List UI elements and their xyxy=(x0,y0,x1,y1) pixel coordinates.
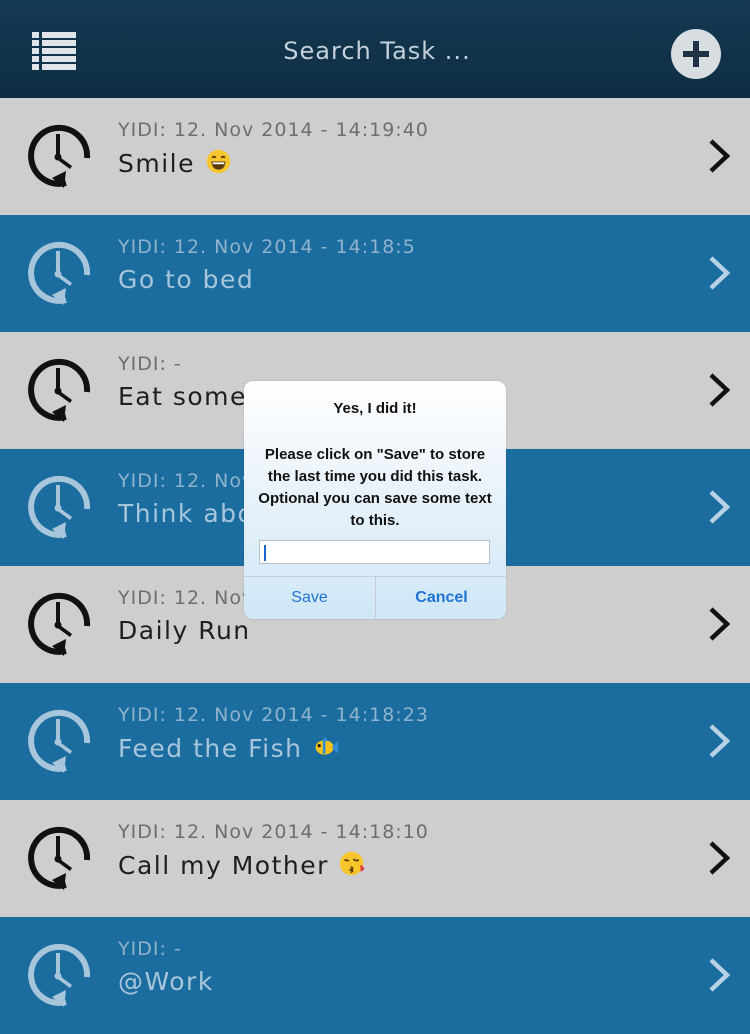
confirm-dialog: Yes, I did it! Please click on "Save" to… xyxy=(244,381,506,619)
chevron-right-icon[interactable] xyxy=(707,723,733,759)
task-timestamp: YIDI: 12. Nov 2014 - 14:18:23 xyxy=(118,704,429,726)
chevron-right-icon[interactable] xyxy=(707,489,733,525)
task-title-text: Feed the Fish xyxy=(118,734,303,763)
dialog-text-input[interactable] xyxy=(259,540,490,564)
task-row[interactable]: YIDI: 12. Nov 2014 - 14:18:5 Go to bed xyxy=(0,215,750,332)
task-title-text: Go to bed xyxy=(118,265,255,294)
clock-history-icon xyxy=(26,120,92,192)
task-title: Daily Run xyxy=(118,616,251,645)
chevron-right-icon[interactable] xyxy=(707,255,733,291)
task-row[interactable]: YIDI: 12. Nov 2014 - 14:18:10 Call my Mot… xyxy=(0,800,750,917)
task-row[interactable]: YIDI: 12. Nov 2014 - 14:19:40 Smile xyxy=(0,98,750,215)
task-title: Smile xyxy=(118,148,232,178)
clock-history-icon xyxy=(26,471,92,543)
task-title: Go to bed xyxy=(118,265,254,294)
clock-history-icon xyxy=(26,237,92,309)
kissing-face-emoji xyxy=(339,850,366,877)
app-header xyxy=(0,0,750,98)
task-timestamp: YIDI: 12. Nov 2014 - 14:19:40 xyxy=(118,119,429,141)
cancel-button[interactable]: Cancel xyxy=(376,577,506,619)
clock-history-icon xyxy=(26,588,92,660)
chevron-right-icon[interactable] xyxy=(707,372,733,408)
task-title-text: Call my Mother xyxy=(118,851,329,880)
clock-history-icon xyxy=(26,939,92,1011)
clock-history-icon xyxy=(26,354,92,426)
clock-history-icon xyxy=(26,705,92,777)
text-cursor xyxy=(264,545,266,561)
task-row[interactable]: YIDI: 12. Nov 2014 - 14:18:23 Feed the Fi… xyxy=(0,683,750,800)
task-title-text: @Work xyxy=(118,967,214,996)
clock-history-icon xyxy=(26,822,92,894)
dialog-message: Please click on "Save" to store the last… xyxy=(258,446,492,529)
task-timestamp: YIDI: - xyxy=(118,353,182,375)
task-timestamp: YIDI: - xyxy=(118,938,182,960)
task-timestamp: YIDI: 12. Nov 2014 - 14:18:10 xyxy=(118,821,429,843)
tropical-fish-emoji xyxy=(312,733,339,760)
task-title: @Work xyxy=(118,967,214,996)
chevron-right-icon[interactable] xyxy=(707,606,733,642)
task-title: Call my Mother xyxy=(118,850,366,880)
list-menu-icon[interactable] xyxy=(32,32,76,70)
chevron-right-icon[interactable] xyxy=(707,138,733,174)
task-row[interactable]: YIDI: - @Work xyxy=(0,917,750,1034)
task-timestamp: YIDI: 12. Nov 2014 - 14:18:5 xyxy=(118,236,416,258)
task-title-text: Smile xyxy=(118,149,195,178)
grinning-face-emoji xyxy=(205,148,232,175)
save-button[interactable]: Save xyxy=(244,577,375,619)
chevron-right-icon[interactable] xyxy=(707,840,733,876)
add-task-button[interactable] xyxy=(671,29,721,79)
task-title-text: Daily Run xyxy=(118,616,251,645)
plus-icon xyxy=(683,41,709,67)
search-task-input[interactable] xyxy=(210,22,544,80)
task-title: Feed the Fish xyxy=(118,733,339,763)
dialog-title: Yes, I did it! xyxy=(333,400,417,417)
chevron-right-icon[interactable] xyxy=(707,957,733,993)
